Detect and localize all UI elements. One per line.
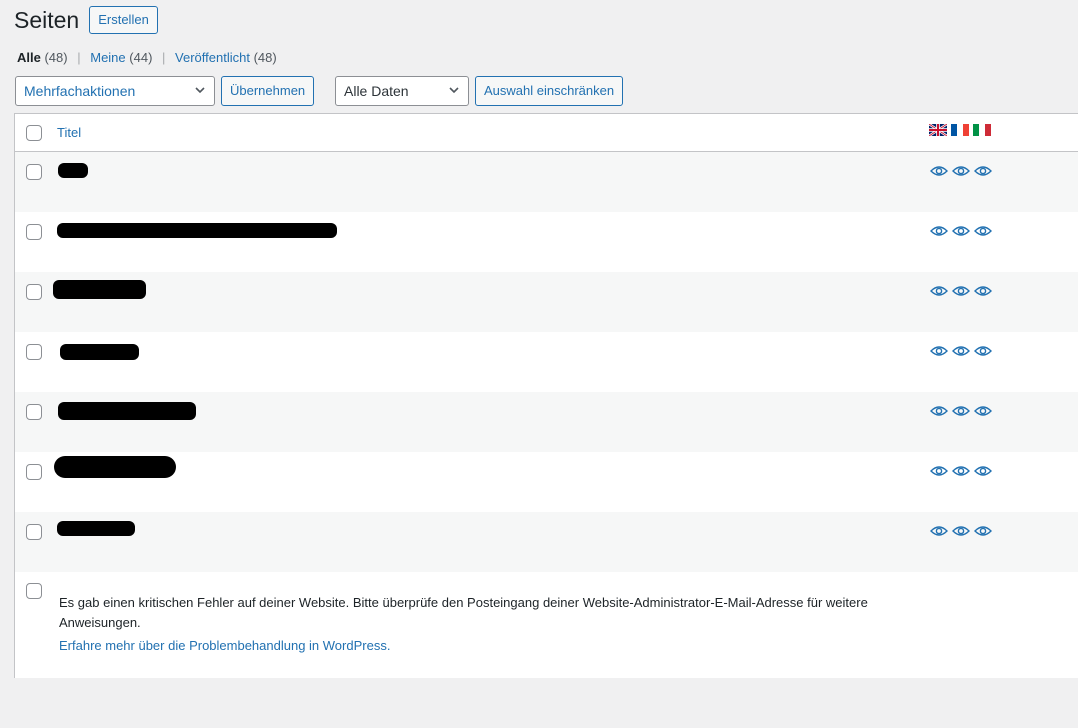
translation-view-icons (930, 164, 992, 178)
view-all-count: (48) (44, 50, 68, 65)
row-checkbox[interactable] (26, 344, 42, 360)
eye-icon[interactable] (952, 164, 970, 178)
table-navigation: Mehrfachaktionen Übernehmen Alle Daten A… (15, 76, 655, 106)
translation-view-icons (930, 224, 992, 238)
row-checkbox[interactable] (26, 464, 42, 480)
table-row (15, 152, 1078, 212)
flag-it-icon (973, 124, 991, 136)
view-published-count: (48) (253, 50, 277, 65)
translation-view-icons (930, 404, 992, 418)
eye-icon[interactable] (974, 224, 992, 238)
eye-icon[interactable] (974, 404, 992, 418)
eye-icon[interactable] (952, 344, 970, 358)
apply-bulk-action-button[interactable]: Übernehmen (221, 76, 315, 106)
critical-error-message: Es gab einen kritischen Fehler auf deine… (59, 595, 868, 630)
table-row (15, 452, 1078, 512)
eye-icon[interactable] (952, 284, 970, 298)
troubleshooting-link[interactable]: Erfahre mehr über die Problembehandlung … (59, 638, 390, 653)
row-checkbox[interactable] (26, 284, 42, 300)
eye-icon[interactable] (930, 464, 948, 478)
view-mine-count: (44) (129, 50, 153, 65)
eye-icon[interactable] (930, 284, 948, 298)
eye-icon[interactable] (952, 404, 970, 418)
eye-icon[interactable] (930, 404, 948, 418)
table-header: Titel (15, 114, 1078, 152)
eye-icon[interactable] (974, 164, 992, 178)
translation-view-icons (930, 464, 992, 478)
redacted-page-title[interactable] (60, 344, 139, 360)
page-title: Seiten (14, 6, 80, 33)
redacted-page-title[interactable] (57, 223, 337, 238)
row-checkbox[interactable] (26, 164, 42, 180)
table-row (15, 392, 1078, 452)
redacted-page-title[interactable] (58, 402, 196, 420)
table-row (15, 212, 1078, 272)
flag-fr-icon (951, 124, 969, 136)
eye-icon[interactable] (930, 164, 948, 178)
eye-icon[interactable] (974, 284, 992, 298)
page-header: Seiten Erstellen (14, 6, 158, 34)
view-mine-link[interactable]: Meine (90, 50, 125, 65)
redacted-page-title[interactable] (58, 163, 88, 178)
table-row (15, 272, 1078, 332)
translation-view-icons (930, 344, 992, 358)
eye-icon[interactable] (974, 524, 992, 538)
eye-icon[interactable] (930, 524, 948, 538)
bulk-actions-value: Mehrfachaktionen (24, 83, 136, 99)
eye-icon[interactable] (930, 224, 948, 238)
redacted-page-title[interactable] (53, 280, 146, 299)
eye-icon[interactable] (974, 344, 992, 358)
eye-icon[interactable] (930, 344, 948, 358)
bulk-actions-select[interactable]: Mehrfachaktionen (15, 76, 215, 106)
status-filter-links: Alle (48) | Meine (44) | Veröffentlicht … (17, 50, 277, 65)
eye-icon[interactable] (952, 524, 970, 538)
add-new-page-button[interactable]: Erstellen (89, 6, 158, 34)
table-row (15, 512, 1078, 572)
view-published-link[interactable]: Veröffentlicht (175, 50, 250, 65)
view-all-link[interactable]: Alle (17, 50, 41, 65)
separator: | (77, 50, 81, 65)
separator: | (162, 50, 166, 65)
translation-view-icons (930, 284, 992, 298)
eye-icon[interactable] (974, 464, 992, 478)
date-filter-select[interactable]: Alle Daten (335, 76, 469, 106)
table-row (15, 332, 1078, 392)
chevron-down-icon (448, 77, 460, 115)
row-checkbox[interactable] (26, 524, 42, 540)
row-checkbox[interactable] (26, 404, 42, 420)
translation-view-icons (930, 524, 992, 538)
row-checkbox[interactable] (26, 583, 42, 599)
language-flags (929, 124, 991, 136)
flag-uk-icon (929, 124, 947, 136)
eye-icon[interactable] (952, 464, 970, 478)
column-title-sort-link[interactable]: Titel (57, 125, 81, 140)
critical-error-row: Es gab einen kritischen Fehler auf deine… (15, 572, 1078, 678)
redacted-page-title[interactable] (54, 456, 176, 478)
chevron-down-icon (194, 77, 206, 115)
filter-button[interactable]: Auswahl einschränken (475, 76, 624, 106)
select-all-checkbox[interactable] (26, 125, 42, 141)
redacted-page-title[interactable] (57, 521, 135, 536)
pages-table: Titel Es gab einen kritischen Fehler auf… (14, 113, 1078, 678)
eye-icon[interactable] (952, 224, 970, 238)
row-checkbox[interactable] (26, 224, 42, 240)
date-filter-value: Alle Daten (344, 83, 409, 99)
